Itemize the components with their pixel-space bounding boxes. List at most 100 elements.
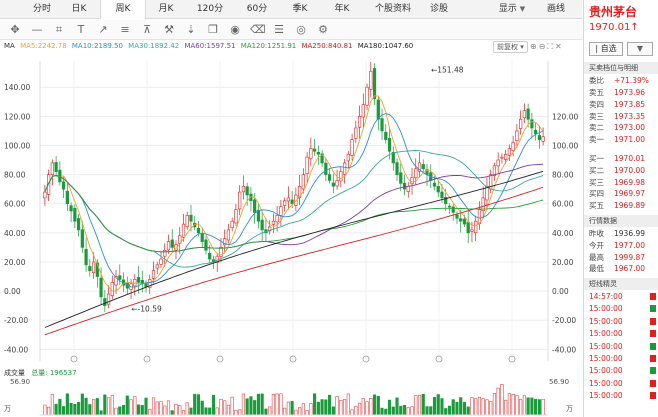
bid-level-2-row[interactable]: 买二 1970.00 [584,165,658,176]
tab-daily-k[interactable]: 日K [62,0,96,19]
ask-level-5-row[interactable]: 卖五 1973.96 [584,87,658,98]
volume-bar [69,403,73,416]
drawing-menu[interactable]: 画线 [536,0,576,19]
volume-bar [489,401,493,416]
volume-bar [118,406,122,416]
candle-body [241,185,246,193]
candle-body [316,151,320,155]
volume-bar [294,409,298,416]
hammer-icon[interactable]: ⚒ [162,23,176,37]
maximize-icon[interactable]: ⛶ [547,42,555,51]
market-3-label: 最低 [589,264,604,274]
volume-bar [136,404,141,416]
market-data-section-header[interactable]: 行情数据 [584,215,658,227]
eye-icon[interactable]: ◉ [228,23,242,37]
signal-item[interactable]: 15:00:00 [584,365,658,376]
signal-item[interactable]: 15:00:00 [584,328,658,339]
signal-item[interactable]: 15:00:00 [584,378,658,389]
bid-level-1-row[interactable]: 买一 1970.01 [584,153,658,164]
crop-icon[interactable]: ⌗ [52,23,66,37]
candle-body [339,171,343,182]
signal-item[interactable]: 15:00:00 [584,341,658,352]
tab-diagnosis[interactable]: 诊股 [422,0,456,19]
bid-level-5-row[interactable]: 买五 1969.89 [584,200,658,211]
price-annotations: ←151.48 ←-10.59 [131,65,463,313]
candle-body [99,277,103,298]
orderbook-section-header[interactable]: 买卖档位与明细 [584,62,658,74]
move-icon[interactable]: ✥ [8,23,22,37]
tab-yearly-k[interactable]: 年K [322,0,362,19]
display-menu[interactable]: 显示 ▼ [492,0,532,19]
line-icon[interactable]: — [30,23,44,37]
tab-stock-profile[interactable]: 个股资料 [368,0,418,19]
ask-level-4-row[interactable]: 卖四 1973.85 [584,99,658,110]
volume-bar [151,397,156,416]
candle-body [406,185,410,192]
bid-level-4-row[interactable]: 买四 1969.97 [584,188,658,199]
down-arrow-icon[interactable]: ⇣ [184,23,198,37]
bid-level-4-label: 买四 [589,189,604,199]
volume-bar [148,408,152,416]
volume-bar [204,407,208,416]
ask-level-3-label: 卖三 [589,111,604,121]
signal-time: 15:00:00 [589,341,623,351]
market-2-label: 最高 [589,252,604,262]
market-1-row[interactable]: 今开 1977.00 [584,240,658,251]
add-watchlist-button[interactable]: | 自选 [589,42,623,56]
volume-bar [174,403,178,416]
arrow-icon[interactable]: ↗ [96,23,110,37]
tab-weekly-k[interactable]: 周K [100,0,146,19]
market-3-row[interactable]: 最低 1967.00 [584,263,658,274]
volume-bar [335,396,339,416]
ruler-icon[interactable]: ≡ [118,23,132,37]
y-tick-label: -20.00 [4,316,28,325]
market-2-row[interactable]: 最高 1999.87 [584,252,658,263]
menu-icon[interactable]: ☰ [272,23,286,37]
market-2-value: 1999.87 [614,252,646,262]
gear-icon[interactable]: ⚙ [316,23,330,37]
ask-level-4-value: 1973.85 [614,99,646,109]
ask-level-1-row[interactable]: 卖一 1971.00 [584,134,658,145]
copy-icon[interactable]: ❐ [206,23,220,37]
signal-item[interactable]: 15:00:00 [584,303,658,314]
ask-level-2-row[interactable]: 卖二 1973.00 [584,122,658,133]
market-0-row[interactable]: 昨收 1936.99 [584,228,658,239]
volume-bar [155,401,159,416]
signal-item[interactable]: 15:00:00 [584,316,658,327]
eye-alt-icon[interactable]: ◎ [294,23,308,37]
bid-level-3-row[interactable]: 买三 1969.98 [584,177,658,188]
trash-icon[interactable]: ⌫ [250,23,266,37]
tab-monthly-k[interactable]: 月K [148,0,184,19]
candle-body [402,182,407,190]
close-icon[interactable]: ✕ [555,42,564,51]
candle-body [466,221,470,234]
volume-chart[interactable] [0,377,582,417]
tab-60min[interactable]: 60分 [236,0,278,19]
y-tick-label-right: -20.00 [552,316,576,325]
candle-body [346,153,350,162]
pin-icon[interactable]: ⊼ [140,23,154,37]
volume-bar [519,399,523,416]
low-price-label: ←-10.59 [131,305,162,314]
candle-body [331,182,335,187]
tab-quarterly-k[interactable]: 季K [280,0,320,19]
price-adjust-button[interactable]: 前复权 ▾ [493,41,528,53]
volume-bar [230,396,234,416]
tab-120min[interactable]: 120分 [186,0,234,19]
plus-icon[interactable]: ⊕ [530,42,539,51]
signal-item[interactable]: 15:00:00 [584,390,658,401]
short-term-signals-header[interactable]: 短线精灵 [584,278,658,290]
text-tool-icon[interactable]: T [74,23,88,37]
weekly-candlestick-chart[interactable]: 140.00 120.00 100.00 80.00 60.00 40.00 20.00 0.… [0,55,582,367]
volume-bar [159,401,163,416]
candle-body [354,127,358,139]
volume-bar [328,394,332,416]
volume-bar [264,408,268,416]
ask-level-3-row[interactable]: 卖三 1973.35 [584,111,658,122]
signal-item[interactable]: 15:00:00 [584,353,658,364]
volume-bar [223,400,227,416]
watchlist-dropdown[interactable]: ▼ [627,42,653,56]
volume-bar [84,397,88,416]
tab-intraday[interactable]: 分时 [24,0,60,19]
signal-item[interactable]: 14:57:00 [584,291,658,302]
